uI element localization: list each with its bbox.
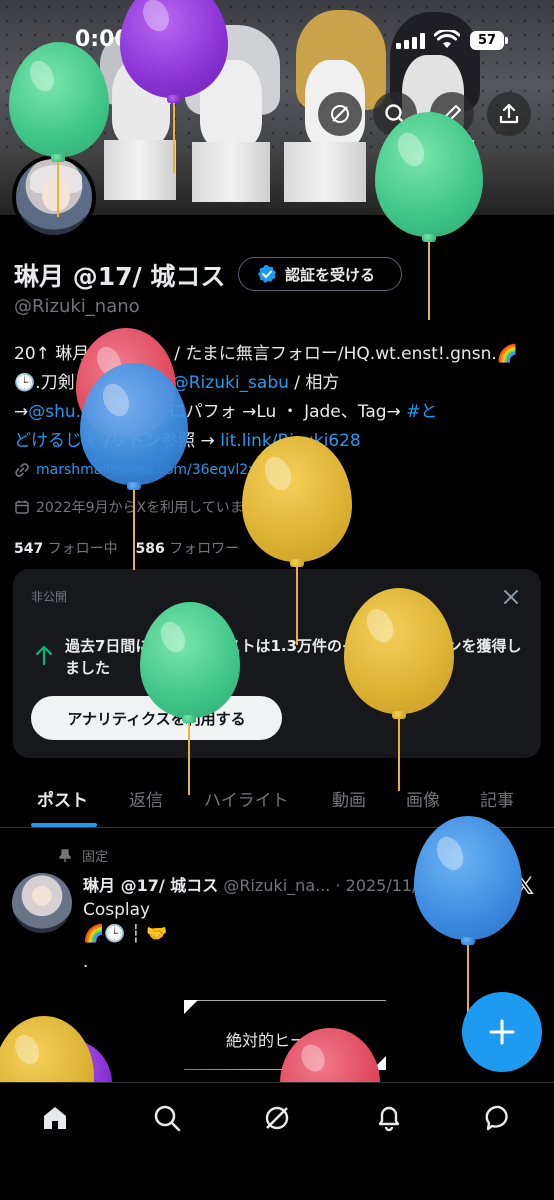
bio-hashtag-link[interactable]: #と: [406, 402, 437, 422]
profile-avatar[interactable]: [12, 155, 96, 239]
nav-notifications[interactable]: [372, 1101, 406, 1135]
followers-link[interactable]: 586 フォロワー: [136, 541, 240, 557]
post-author-avatar[interactable]: [12, 873, 72, 933]
grok-icon: [265, 1106, 289, 1130]
compose-button[interactable]: [462, 992, 542, 1072]
balloon-green-2: [375, 112, 483, 237]
balloon-yellow-1: [242, 436, 352, 562]
balloon-green-1: [9, 42, 109, 157]
get-verified-label: 認証を受ける: [285, 265, 376, 284]
post-header: 琳月 @17/ 城コス @Rizuki_na... · 2025/11/12: [83, 872, 438, 896]
tab-media[interactable]: 画像: [406, 786, 440, 811]
balloon-purple-top: [120, 0, 228, 98]
post-handle-date: @Rizuki_na... · 2025/11/12: [223, 876, 438, 895]
calendar-icon: [15, 500, 29, 514]
balloon-blue-1: [80, 363, 188, 485]
grok-button[interactable]: [318, 92, 362, 136]
tab-posts[interactable]: ポスト: [37, 786, 88, 811]
wifi-icon: [434, 30, 460, 48]
nav-grok[interactable]: [260, 1101, 294, 1135]
tab-replies[interactable]: 返信: [129, 786, 163, 811]
nav-explore[interactable]: [150, 1101, 184, 1135]
nav-home[interactable]: [38, 1101, 72, 1135]
link-icon: [15, 463, 29, 477]
tab-videos[interactable]: 動画: [332, 786, 366, 811]
share-button[interactable]: [487, 92, 531, 136]
profile-joined-text: 2022年9月からXを利用しています: [36, 500, 258, 516]
banner-stand-2: [192, 142, 270, 202]
active-tab-indicator: [31, 823, 97, 827]
following-link[interactable]: 547 フォロー中: [14, 541, 118, 557]
balloon-blue-2: [414, 816, 522, 940]
bell-icon: [378, 1106, 400, 1132]
balloon-yellow-2: [344, 588, 454, 714]
post-dot-line: .: [83, 952, 89, 972]
verified-badge-icon: [258, 265, 276, 283]
balloon-green-3: [140, 602, 240, 718]
pin-icon: [59, 848, 71, 862]
private-analytics-card: 非公開 過去7日間にあなたのポストは1.3万件のインプレッションを獲得しました …: [13, 569, 541, 758]
arrow-up-icon: [35, 645, 53, 666]
cellular-signal-icon: [396, 33, 426, 49]
pinned-indicator: 固定: [58, 846, 108, 865]
post-text: Cosplay: [83, 900, 151, 920]
nav-messages[interactable]: [482, 1101, 516, 1135]
close-icon[interactable]: [501, 587, 521, 607]
home-icon: [44, 1107, 66, 1129]
grok-icon: [331, 105, 349, 123]
profile-joined-row[interactable]: 2022年9月からXを利用しています ›: [14, 497, 269, 517]
get-verified-button[interactable]: 認証を受ける: [238, 257, 402, 291]
banner-stand-1: [104, 140, 176, 200]
profile-handle: @Rizuki_nano: [14, 296, 140, 317]
plus-icon: [489, 1019, 515, 1045]
tab-highlights[interactable]: ハイライト: [204, 786, 289, 811]
post-author-name[interactable]: 琳月 @17/ 城コス: [83, 876, 218, 895]
banner-stand-3: [284, 142, 366, 202]
search-icon: [154, 1105, 181, 1132]
follow-counts: 547 フォロー中 586 フォロワー: [14, 538, 239, 558]
bottom-navigation: [0, 1082, 554, 1200]
post-emoji-line: 🌈🕒 ┆ 🤝: [83, 924, 168, 944]
message-icon: [485, 1105, 508, 1131]
share-icon: [499, 103, 519, 124]
private-label: 非公開: [31, 590, 68, 604]
battery-icon: 57: [470, 31, 508, 50]
profile-display-name: 琳月 @17/ 城コス: [14, 262, 226, 291]
impressions-text: 過去7日間にあなたのポストは1.3万件のインプレッションを獲得しました: [65, 637, 522, 677]
bio-mention-link[interactable]: @Rizuki_sabu: [172, 373, 289, 393]
tab-articles[interactable]: 記事: [480, 786, 514, 811]
